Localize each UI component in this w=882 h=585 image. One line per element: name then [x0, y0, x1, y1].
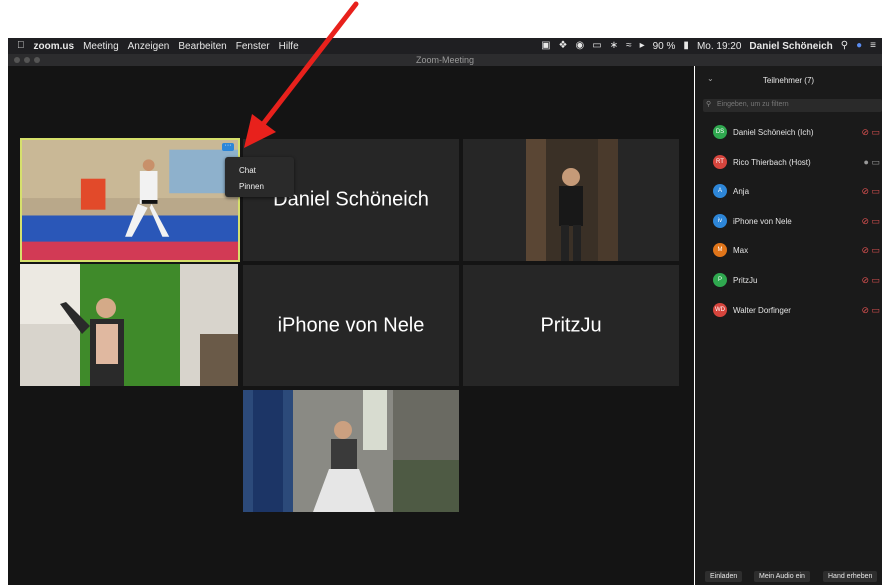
mic-muted-icon[interactable]: ⊘ ▭: [861, 275, 880, 286]
video-frame: [22, 140, 238, 260]
search-icon[interactable]: ⚲: [841, 41, 848, 51]
tile-context-menu: Chat Pinnen: [225, 157, 294, 197]
wifi-icon[interactable]: ≈: [626, 41, 632, 51]
status-area: ▣ ❖ ◉ ▭ ∗ ≈ ▸ 90 % ▮ Mo. 19:20 Daniel Sc…: [541, 41, 882, 52]
dropbox-icon[interactable]: ❖: [559, 41, 568, 51]
context-menu-pin[interactable]: Pinnen: [239, 182, 264, 191]
minimize-window-icon[interactable]: [24, 57, 30, 63]
participants-panel: ⌄ Teilnehmer (7) ⚲ Eingeben, um zu filte…: [695, 66, 882, 585]
participant-name: Daniel Schöneich (Ich): [733, 127, 814, 137]
volume-icon[interactable]: ▸: [640, 41, 645, 51]
menu-item-meeting[interactable]: Meeting: [83, 41, 119, 52]
participant-name: PritzJu: [733, 275, 758, 285]
airplay-icon[interactable]: ▭: [592, 41, 601, 51]
participant-name: Walter Dorfinger: [733, 305, 791, 315]
close-window-icon[interactable]: [14, 57, 20, 63]
avatar: iv: [713, 214, 727, 228]
clock[interactable]: Mo. 19:20: [697, 41, 741, 52]
avatar: DS: [713, 125, 727, 139]
avatar: A: [713, 184, 727, 198]
panel-title: Teilnehmer (7): [762, 76, 815, 85]
bluetooth-icon[interactable]: ∗: [610, 41, 618, 51]
invite-button[interactable]: Einladen: [705, 571, 743, 582]
video-tile-nele[interactable]: iPhone von Nele: [243, 265, 459, 386]
avatar: WD: [713, 303, 727, 317]
mic-icon[interactable]: ● ▭: [864, 157, 880, 168]
battery-percent: 90 %: [652, 40, 676, 52]
mic-muted-icon[interactable]: ⊘ ▭: [861, 245, 880, 256]
menu-app-name[interactable]: zoom.us: [34, 41, 75, 52]
video-tile-dim-room[interactable]: [463, 139, 679, 261]
video-frame: [463, 139, 679, 261]
filter-input[interactable]: ⚲ Eingeben, um zu filtern: [703, 99, 882, 112]
apple-icon[interactable]: : [17, 41, 25, 51]
menu-bar:  zoom.us Meeting Anzeigen Bearbeiten Fe…: [8, 38, 882, 54]
window-titlebar: Zoom-Meeting: [8, 54, 882, 66]
search-icon: ⚲: [706, 101, 712, 108]
participant-row[interactable]: WD Walter Dorfinger ⊘ ▭: [713, 302, 882, 318]
record-icon[interactable]: ◉: [576, 41, 585, 51]
mic-muted-icon[interactable]: ⊘ ▭: [861, 216, 880, 227]
participant-name: Max: [733, 245, 749, 255]
window-title: Zoom-Meeting: [415, 55, 475, 65]
participant-row[interactable]: iv iPhone von Nele ⊘ ▭: [713, 213, 882, 229]
video-tile-pritzju[interactable]: PritzJu: [463, 265, 679, 386]
video-tile-karate[interactable]: ···: [20, 138, 240, 262]
annotation-arrow: [244, 1, 359, 148]
mic-muted-icon[interactable]: ⊘ ▭: [861, 127, 880, 138]
mic-muted-icon[interactable]: ⊘ ▭: [861, 305, 880, 316]
participant-name: Anja: [733, 186, 750, 196]
battery-icon[interactable]: ▮: [683, 41, 689, 51]
avatar: P: [713, 273, 727, 287]
participant-row[interactable]: M Max ⊘ ▭: [713, 242, 882, 258]
avatar: RT: [713, 155, 727, 169]
control-center-icon[interactable]: ≡: [870, 41, 876, 51]
avatar: M: [713, 243, 727, 257]
participant-name: iPhone von Nele: [733, 216, 792, 226]
zoom-status-icon[interactable]: ▣: [541, 41, 550, 51]
video-frame: [243, 390, 459, 512]
zoom-window-icon[interactable]: [34, 57, 40, 63]
menu-item-anzeigen[interactable]: Anzeigen: [128, 41, 170, 52]
filter-placeholder: Eingeben, um zu filtern: [717, 101, 789, 108]
participant-name: Rico Thierbach (Host): [733, 157, 811, 167]
tile-name-pritzju: PritzJu: [540, 314, 602, 336]
context-menu-chat[interactable]: Chat: [239, 166, 256, 175]
video-frame: [20, 264, 238, 386]
siri-icon[interactable]: ●: [856, 41, 862, 51]
menu-item-bearbeiten[interactable]: Bearbeiten: [178, 41, 226, 52]
participant-row[interactable]: A Anja ⊘ ▭: [713, 183, 882, 199]
video-tile-green-wall[interactable]: [20, 264, 238, 386]
participant-row[interactable]: RT Rico Thierbach (Host) ● ▭: [713, 154, 882, 170]
raise-hand-button[interactable]: Hand erheben: [823, 571, 878, 582]
mic-muted-icon[interactable]: ⊘ ▭: [861, 186, 880, 197]
video-tile-workshop[interactable]: [243, 390, 459, 512]
menu-user[interactable]: Daniel Schöneich: [749, 41, 832, 52]
participant-row[interactable]: P PritzJu ⊘ ▭: [713, 272, 882, 288]
unmute-audio-button[interactable]: Mein Audio ein: [754, 571, 810, 582]
participant-row[interactable]: DS Daniel Schöneich (Ich) ⊘ ▭: [713, 124, 882, 140]
tile-name-nele: iPhone von Nele: [277, 314, 425, 336]
